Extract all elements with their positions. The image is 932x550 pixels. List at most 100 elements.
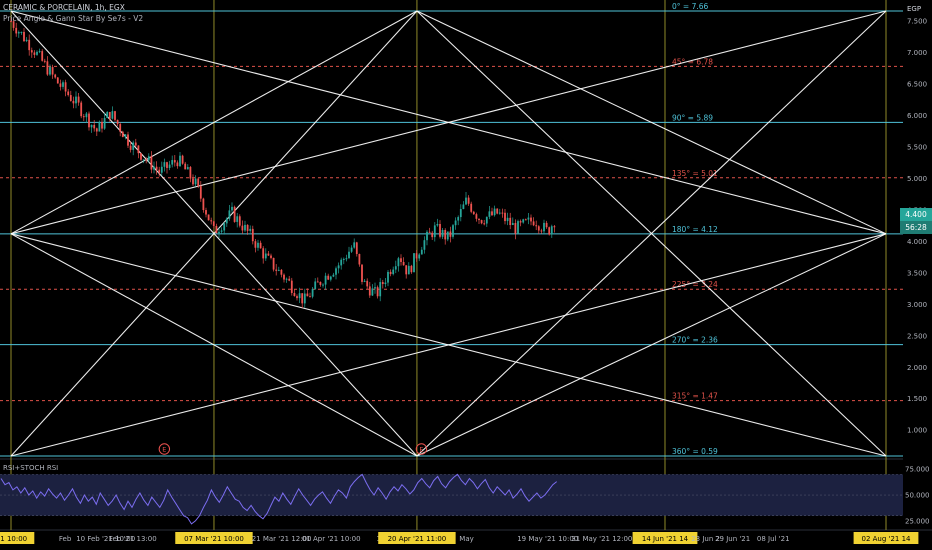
- candle-body: [186, 167, 189, 170]
- candle-body: [246, 224, 249, 231]
- price-tick-label: 4.000: [907, 238, 927, 246]
- candle-body: [251, 228, 254, 242]
- candle-body: [480, 220, 483, 224]
- candle-body: [423, 240, 426, 250]
- candle-body: [41, 51, 44, 61]
- candle-body: [15, 27, 18, 34]
- candle-body: [163, 162, 166, 167]
- candle-body: [225, 218, 228, 224]
- candle-body: [441, 229, 444, 237]
- candle-body: [506, 217, 509, 222]
- angle-level-label: 90° = 5.89: [672, 113, 713, 122]
- candle-body: [181, 155, 184, 164]
- candle-body: [114, 111, 116, 120]
- candle-body: [90, 124, 93, 128]
- currency-label: EGP: [907, 5, 922, 13]
- candle-body: [267, 253, 270, 256]
- candle-body: [254, 241, 257, 248]
- candle-body: [160, 166, 163, 173]
- candle-body: [345, 258, 348, 260]
- candle-body: [483, 223, 486, 225]
- candle-body: [363, 280, 366, 282]
- candle-body: [270, 255, 272, 258]
- candle-body: [493, 208, 496, 216]
- candle-body: [62, 82, 64, 87]
- candle-body: [410, 265, 413, 273]
- candle-body: [548, 227, 551, 235]
- candle-body: [342, 258, 345, 260]
- rsi-panel-title: RSI+STOCH RSI: [3, 464, 58, 472]
- x-axis-label: 08 Jul '21: [757, 535, 790, 543]
- candle-body: [82, 116, 85, 118]
- candle-body: [514, 223, 517, 234]
- candle-body: [199, 186, 202, 199]
- chart-root[interactable]: 0° = 7.66 45° = 6.78 90° = 5.89 135° = 5.01…: [0, 0, 932, 550]
- candle-body: [283, 274, 285, 280]
- candle-body: [137, 145, 140, 154]
- candle-body: [376, 287, 379, 297]
- candle-body: [49, 67, 51, 75]
- price-tick-label: 1.500: [907, 395, 927, 403]
- candle-body: [257, 242, 259, 248]
- candle-body: [88, 113, 90, 128]
- candle-body: [452, 225, 454, 237]
- indicator-title[interactable]: Price Angle & Gann Star By Se7s - V2: [3, 14, 143, 23]
- candle-body: [540, 230, 543, 232]
- candle-body: [280, 269, 283, 275]
- symbol-title[interactable]: CERAMIC & PORCELAIN, 1h, EGX: [3, 3, 125, 12]
- candle-body: [111, 111, 114, 119]
- candle-body: [350, 247, 353, 252]
- gann-chart[interactable]: 0° = 7.6645° = 6.7890° = 5.89135° = 5.01…: [0, 0, 932, 550]
- candle-body: [129, 145, 132, 150]
- candle-body: [51, 67, 54, 75]
- candle-body: [517, 221, 519, 234]
- candle-body: [202, 198, 205, 211]
- angle-level-label: 0° = 7.66: [672, 2, 709, 11]
- price-tick-label: 3.500: [907, 269, 927, 277]
- x-axis-label: 20 Apr '21 11:00: [388, 535, 447, 543]
- candle-body: [454, 220, 457, 226]
- candle-body: [140, 153, 142, 160]
- candle-body: [472, 211, 475, 215]
- candle-body: [337, 265, 340, 269]
- candle-body: [459, 209, 462, 218]
- candle-body: [205, 210, 207, 215]
- candle-body: [220, 230, 223, 232]
- price-tick-label: 6.000: [907, 112, 927, 120]
- candle-body: [316, 281, 319, 283]
- last-price-tag: 4.400 56:28: [900, 208, 932, 234]
- candle-body: [467, 197, 470, 204]
- candle-body: [519, 221, 522, 223]
- candle-body: [46, 61, 49, 75]
- price-tick-label: 2.500: [907, 332, 927, 340]
- candle-body: [272, 257, 275, 270]
- candle-body: [106, 111, 109, 118]
- candle-body: [249, 228, 252, 231]
- x-axis-label: May: [459, 535, 473, 543]
- candle-body: [524, 219, 527, 221]
- candle-body: [20, 31, 23, 33]
- candle-body: [457, 217, 460, 221]
- candle-body: [327, 275, 330, 280]
- candle-body: [389, 271, 392, 275]
- candle-body: [121, 131, 124, 138]
- candle-body: [426, 231, 428, 241]
- candle-body: [301, 293, 304, 304]
- candle-body: [485, 216, 488, 224]
- candle-body: [303, 293, 306, 304]
- x-axis-label: 19 May '21 10:00: [517, 535, 578, 543]
- candle-body: [402, 261, 405, 266]
- candle-body: [30, 50, 33, 53]
- angle-level-label: 180° = 4.12: [672, 225, 718, 234]
- candle-body: [108, 111, 111, 119]
- candle-body: [236, 216, 239, 222]
- candle-body: [244, 224, 246, 231]
- candle-body: [168, 164, 171, 168]
- candle-body: [530, 217, 532, 222]
- candle-body: [392, 269, 395, 275]
- candle-body: [496, 208, 499, 214]
- candle-body: [59, 83, 62, 87]
- candle-body: [400, 258, 402, 262]
- price-tick-label: 2.000: [907, 364, 927, 372]
- candle-body: [158, 169, 161, 173]
